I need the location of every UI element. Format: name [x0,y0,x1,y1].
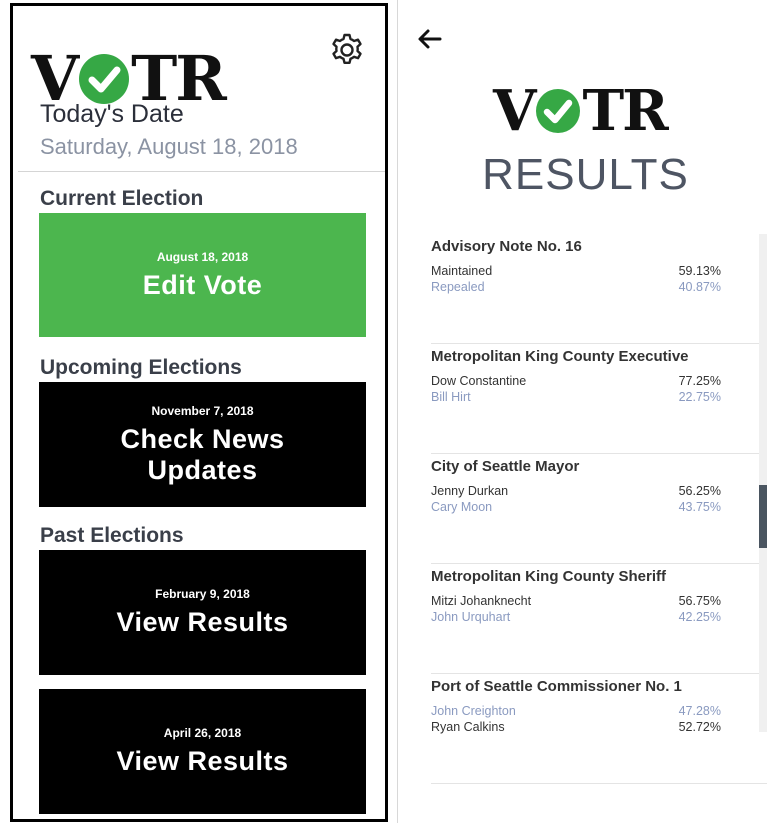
candidate-row: John Urquhart 42.25% [431,610,721,624]
candidate-row: Cary Moon 43.75% [431,500,721,514]
race-item: Metropolitan King County Sheriff Mitzi J… [431,564,767,674]
race-title: Metropolitan King County Sheriff [431,568,666,585]
candidate-percent: 59.13% [678,264,721,278]
view-results-card-feb[interactable]: February 9, 2018 View Results [39,550,366,675]
logo-letters-tr: TR [582,78,668,144]
race-title: Advisory Note No. 16 [431,238,582,255]
race-item: Metropolitan King County Executive Dow C… [431,344,767,454]
candidate-name: Maintained [431,264,493,278]
candidate-name: John Urquhart [431,610,511,624]
candidate-name: Ryan Calkins [431,720,505,734]
card-action-label: View Results [116,607,289,637]
race-title: City of Seattle Mayor [431,458,580,475]
back-arrow-icon[interactable] [416,28,448,50]
checkmark-icon [536,89,581,133]
view-results-card-apr[interactable]: April 26, 2018 View Results [39,689,366,814]
card-action-label: Check News Updates [120,423,285,485]
checkmark-icon [79,53,130,104]
logo-letter-v: V [493,78,536,144]
race-item: City of Seattle Mayor Jenny Durkan 56.25%… [431,454,767,564]
upcoming-elections-heading: Upcoming Elections [40,356,242,379]
candidate-name: Jenny Durkan [431,484,509,498]
candidate-row: Bill Hirt 22.75% [431,390,721,404]
candidate-percent: 47.28% [678,704,721,718]
candidate-percent: 22.75% [678,390,721,404]
header-divider [18,171,385,172]
candidate-percent: 43.75% [678,500,721,514]
todays-date-label: Today's Date [40,100,184,128]
candidate-row: Jenny Durkan 56.25% [431,484,721,498]
candidate-row: Mitzi Johanknecht 56.75% [431,594,721,608]
candidate-row: Dow Constantine 77.25% [431,374,721,388]
candidate-row: Repealed 40.87% [431,280,721,294]
gear-icon[interactable] [329,32,365,68]
candidate-name: Cary Moon [431,500,493,514]
candidate-percent: 40.87% [678,280,721,294]
card-date: April 26, 2018 [163,726,242,740]
candidate-name: Mitzi Johanknecht [431,594,532,608]
candidate-name: Dow Constantine [431,374,527,388]
results-list: Advisory Note No. 16 Maintained 59.13% Re… [431,234,767,784]
results-title: RESULTS [482,150,689,199]
race-item: Port of Seattle Commissioner No. 1 John … [431,674,767,784]
candidate-row: John Creighton 47.28% [431,704,721,718]
scrollbar-track[interactable] [759,234,767,732]
candidate-name: John Creighton [431,704,516,718]
votr-logo: V TR [493,78,669,144]
candidate-row: Ryan Calkins 52.72% [431,720,721,734]
candidate-percent: 42.25% [678,610,721,624]
card-action-label: View Results [116,746,289,776]
card-action-label: Edit Vote [142,269,263,300]
results-screen: V TR RESULTS Advisory Note No. 16 Mainta… [397,0,767,823]
candidate-name: Bill Hirt [431,390,471,404]
race-item: Advisory Note No. 16 Maintained 59.13% Re… [431,234,767,344]
past-elections-heading: Past Elections [40,524,184,547]
edit-vote-card[interactable]: August 18, 2018 Edit Vote [39,213,366,337]
race-title: Metropolitan King County Executive [431,348,689,365]
candidate-percent: 77.25% [678,374,721,388]
current-date-value: Saturday, August 18, 2018 [40,134,298,159]
candidate-row: Maintained 59.13% [431,264,721,278]
candidate-percent: 56.25% [678,484,721,498]
scrollbar-thumb[interactable] [759,485,767,548]
race-title: Port of Seattle Commissioner No. 1 [431,678,682,695]
current-election-heading: Current Election [40,187,204,210]
check-news-updates-card[interactable]: November 7, 2018 Check News Updates [39,382,366,507]
candidate-name: Repealed [431,280,485,294]
candidate-percent: 56.75% [678,594,721,608]
card-date: August 18, 2018 [156,249,249,264]
card-date: November 7, 2018 [151,403,254,418]
home-screen: V TR Today's Date Saturday, August 18, 2… [10,3,388,822]
candidate-percent: 52.72% [678,720,721,734]
card-date: February 9, 2018 [155,587,250,601]
